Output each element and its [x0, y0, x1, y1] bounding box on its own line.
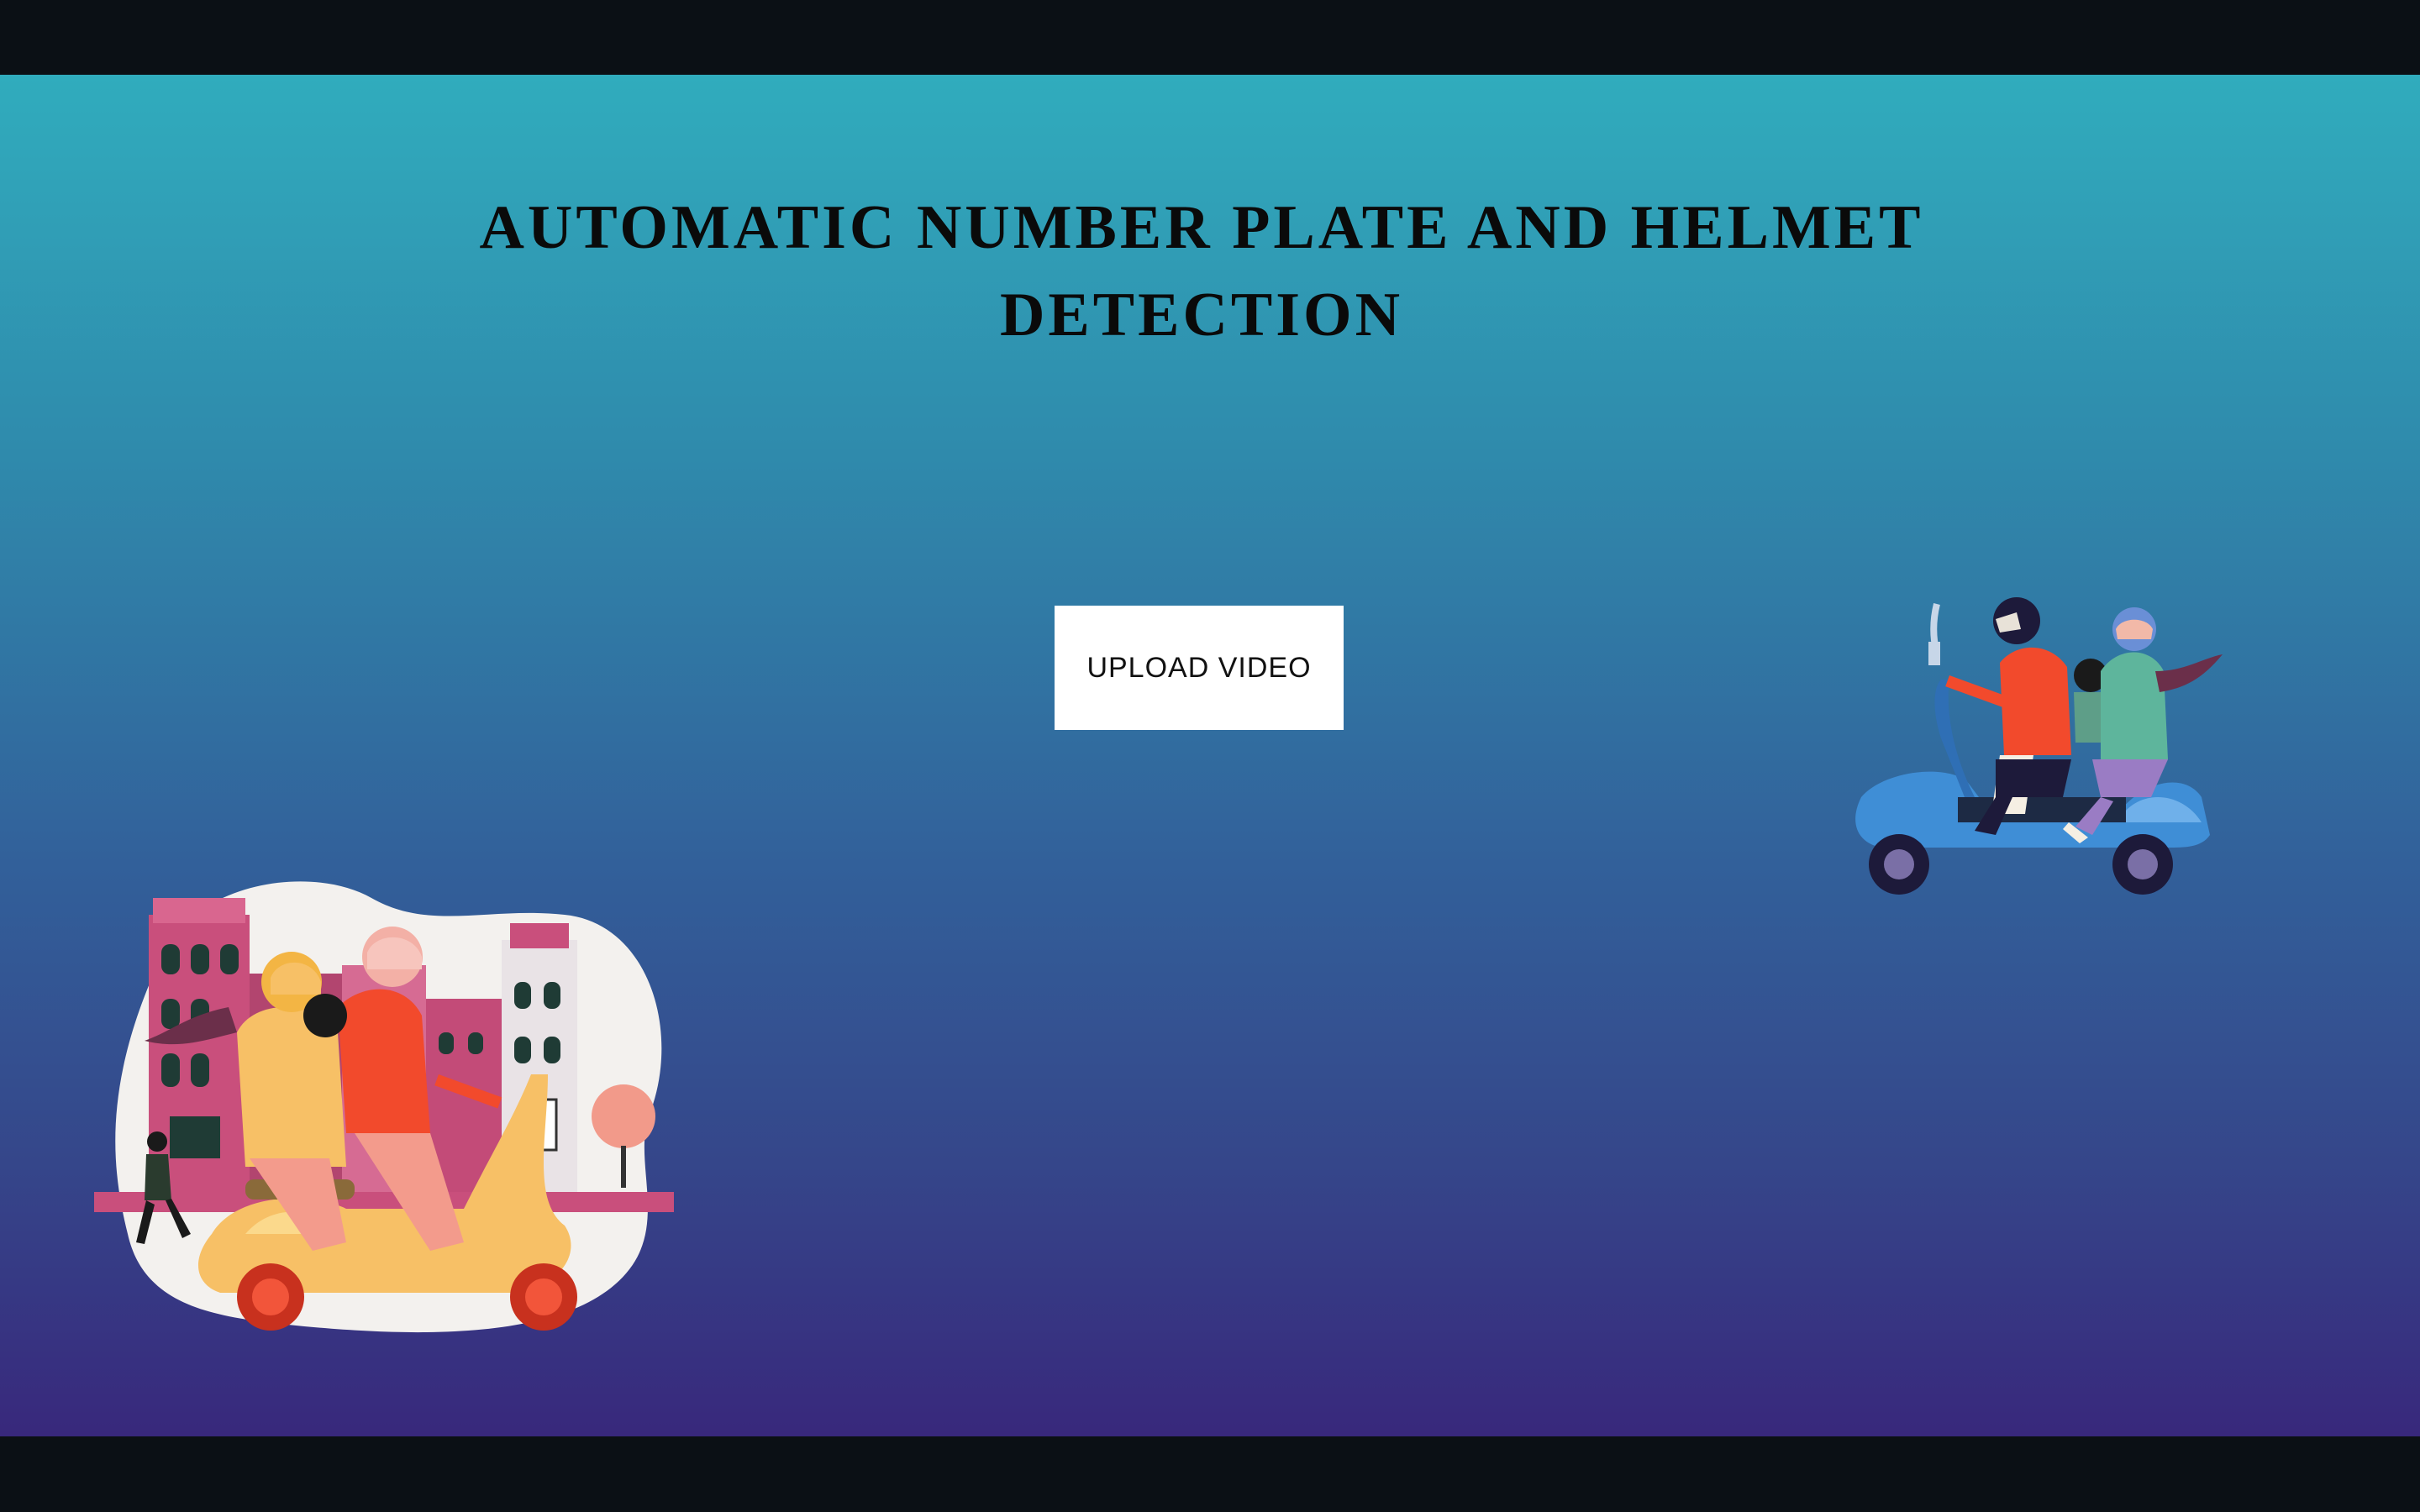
top-letterbox [0, 0, 2420, 75]
landing-page: AUTOMATIC NUMBER PLATE AND HELMET DETECT… [0, 75, 2420, 1436]
page-title: AUTOMATIC NUMBER PLATE AND HELMET DETECT… [479, 193, 1924, 349]
scooter-riders-city-illustration [94, 881, 674, 1333]
scooter-riders-illustration [1855, 597, 2223, 895]
upload-video-button[interactable]: UPLOAD VIDEO [1055, 606, 1344, 730]
bottom-letterbox [0, 1436, 2420, 1512]
